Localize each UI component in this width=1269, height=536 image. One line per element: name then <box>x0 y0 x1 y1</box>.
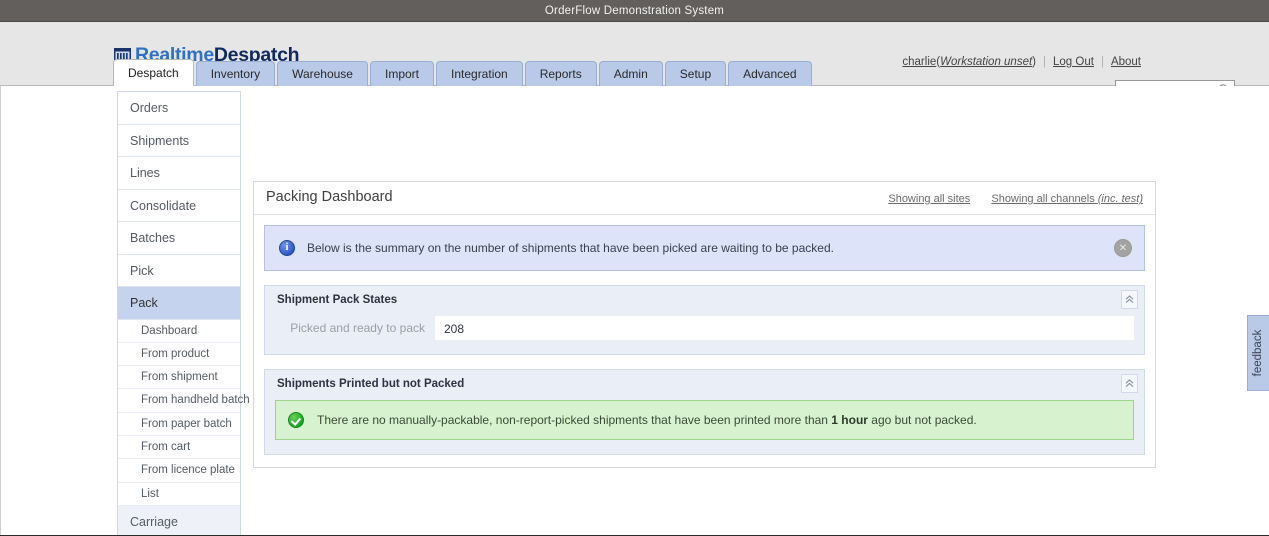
channels-link-text: Showing all channels <box>991 193 1098 205</box>
tab-advanced[interactable]: Advanced <box>728 61 812 86</box>
paren-close: ) <box>1032 56 1037 68</box>
tab-integration[interactable]: Integration <box>436 61 523 86</box>
primary-tabs: Despatch Inventory Warehouse Import Inte… <box>113 59 812 86</box>
info-alert: i Below is the summary on the number of … <box>264 225 1145 271</box>
sidebar-item-pack[interactable]: Pack <box>118 287 240 320</box>
page-body: Orders Shipments Lines Consolidate Batch… <box>0 86 1269 536</box>
sidebar-subitem-from-handheld-batch[interactable]: From handheld batch <box>118 389 250 413</box>
sidebar-item-orders[interactable]: Orders <box>118 92 240 125</box>
link-divider-1: | <box>1043 56 1047 68</box>
tab-despatch[interactable]: Despatch <box>113 59 194 86</box>
sidebar-nav: Orders Shipments Lines Consolidate Batch… <box>117 91 250 536</box>
panel-header: Shipment Pack States <box>265 286 1144 314</box>
app-header: RealtimeDespatch charlie(Workstation uns… <box>0 22 1269 100</box>
close-circle-icon[interactable]: ✕ <box>1114 239 1132 257</box>
sidebar-subitem-from-paper-batch[interactable]: From paper batch <box>118 412 240 436</box>
panel-body: Picked and ready to pack 208 <box>265 314 1144 354</box>
link-divider-2: | <box>1100 56 1104 68</box>
success-text-after: ago but not packed. <box>867 413 977 427</box>
username-link[interactable]: charlie <box>902 56 936 68</box>
main-content-card: Packing Dashboard Showing all sites Show… <box>253 181 1156 468</box>
double-chevron-up-icon[interactable] <box>1121 290 1138 309</box>
success-alert: There are no manually-packable, non-repo… <box>275 400 1134 440</box>
tab-reports[interactable]: Reports <box>524 61 597 86</box>
sidebar-subitem-from-cart[interactable]: From cart <box>118 435 240 460</box>
field-value-picked-ready[interactable]: 208 <box>435 316 1134 340</box>
panel-title-shipments-printed-not-packed: Shipments Printed but not Packed <box>277 378 465 390</box>
sidebar-item-shipments[interactable]: Shipments <box>118 124 240 157</box>
sidebar-item-carriage[interactable]: Carriage <box>118 505 240 536</box>
window-title: OrderFlow Demonstration System <box>544 5 725 17</box>
field-label: Picked and ready to pack <box>290 321 425 335</box>
sidebar-subitem-list[interactable]: List <box>118 482 240 506</box>
sidebar-item-batches[interactable]: Batches <box>118 222 240 255</box>
workstation-link[interactable]: Workstation unset <box>940 56 1032 68</box>
info-circle-icon: i <box>279 240 295 256</box>
feedback-tab-label: feedback <box>1252 329 1264 377</box>
content-header: Packing Dashboard Showing all sites Show… <box>254 182 1155 215</box>
sidebar-item-pick[interactable]: Pick <box>118 254 240 287</box>
panel-header: Shipments Printed but not Packed <box>265 370 1144 398</box>
info-alert-message: Below is the summary on the number of sh… <box>307 241 834 255</box>
user-links: charlie(Workstation unset) | Log Out | About <box>902 56 1141 68</box>
success-text-before: There are no manually-packable, non-repo… <box>317 413 832 427</box>
success-emphasis: 1 hour <box>831 413 868 427</box>
about-link[interactable]: About <box>1111 56 1141 68</box>
panel-body: There are no manually-packable, non-repo… <box>265 398 1144 454</box>
tab-inventory[interactable]: Inventory <box>195 61 276 86</box>
check-circle-icon <box>288 412 304 428</box>
tab-setup[interactable]: Setup <box>664 61 727 86</box>
window-title-bar: OrderFlow Demonstration System <box>0 0 1269 22</box>
left-gutter <box>1 86 113 535</box>
panel-shipments-printed-not-packed: Shipments Printed but not Packed There a… <box>264 369 1145 455</box>
log-out-link[interactable]: Log Out <box>1053 56 1094 68</box>
channels-link-italic: (inc. test) <box>1097 193 1143 205</box>
feedback-tab[interactable]: feedback <box>1247 315 1269 391</box>
tab-warehouse[interactable]: Warehouse <box>277 61 368 86</box>
tab-import[interactable]: Import <box>369 61 434 86</box>
content-body: i Below is the summary on the number of … <box>254 215 1155 467</box>
content-header-links: Showing all sites Showing all channels (… <box>870 193 1143 205</box>
sidebar-subitem-from-product[interactable]: From product <box>118 342 240 367</box>
showing-all-channels-link[interactable]: Showing all channels (inc. test) <box>991 193 1143 205</box>
showing-all-sites-link[interactable]: Showing all sites <box>888 193 970 205</box>
sidebar-item-consolidate[interactable]: Consolidate <box>118 189 240 222</box>
sidebar-subitem-from-shipment[interactable]: From shipment <box>118 366 240 390</box>
panel-shipment-pack-states: Shipment Pack States Picked and ready to… <box>264 285 1145 355</box>
sidebar-item-lines[interactable]: Lines <box>118 157 240 190</box>
tab-admin[interactable]: Admin <box>598 61 663 86</box>
sidebar-subitem-from-licence-plate[interactable]: From licence plate <box>118 459 240 483</box>
field-picked-and-ready-to-pack: Picked and ready to pack 208 <box>275 316 1134 340</box>
application-window: OrderFlow Demonstration System RealtimeD… <box>0 0 1269 536</box>
panel-title-shipment-pack-states: Shipment Pack States <box>277 294 398 306</box>
sidebar-subitem-dashboard[interactable]: Dashboard <box>118 319 240 343</box>
double-chevron-up-icon[interactable] <box>1121 374 1138 393</box>
success-alert-message: There are no manually-packable, non-repo… <box>317 413 977 427</box>
